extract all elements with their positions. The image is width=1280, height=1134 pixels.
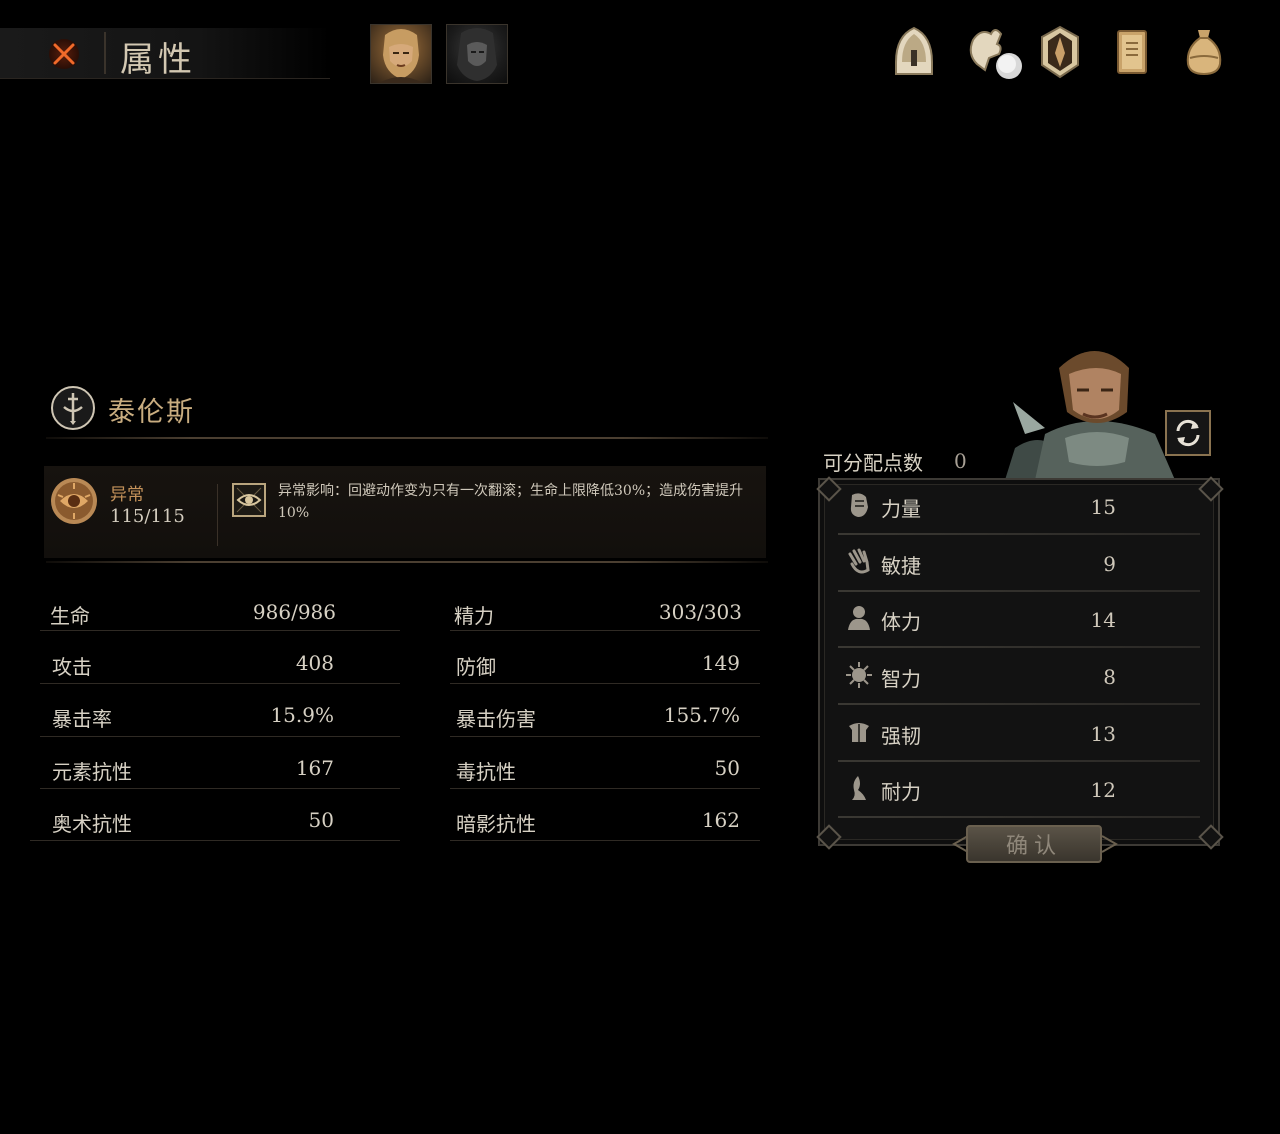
row-divider bbox=[838, 646, 1200, 648]
status-name: 异常 bbox=[110, 485, 144, 505]
refresh-icon bbox=[1176, 419, 1200, 447]
stat-divider bbox=[450, 788, 760, 789]
stat-label: 防御 bbox=[456, 655, 496, 679]
stat-value: 986/986 bbox=[252, 600, 336, 624]
close-icon bbox=[53, 43, 75, 65]
attribute-value: 12 bbox=[1090, 778, 1116, 802]
stat-value: 149 bbox=[701, 651, 740, 675]
stat-arcane-resist: 奥术抗性 50 bbox=[46, 808, 340, 842]
stat-divider bbox=[40, 736, 400, 737]
attribute-row-endurance: 耐力 12 bbox=[838, 762, 1200, 818]
stat-defense: 防御 149 bbox=[450, 651, 746, 685]
status-divider bbox=[217, 484, 218, 546]
status-effect-text: 异常影响：回避动作变为只有一次翻滚；生命上限降低30%；造成伤害提升10% bbox=[278, 483, 744, 521]
name-separator bbox=[46, 437, 768, 439]
body-icon bbox=[846, 604, 872, 632]
attribute-name: 体力 bbox=[881, 610, 921, 634]
companion-portrait-icon bbox=[457, 28, 497, 81]
attribute-value: 15 bbox=[1090, 495, 1116, 519]
attribute-row-strength: 力量 15 bbox=[838, 479, 1200, 535]
stat-value: 408 bbox=[295, 651, 334, 675]
stat-elemental-resist: 元素抗性 167 bbox=[46, 756, 340, 790]
stat-divider bbox=[40, 683, 400, 684]
row-divider bbox=[838, 533, 1200, 535]
available-points-label: 可分配点数 bbox=[823, 451, 923, 475]
journal-icon[interactable] bbox=[1106, 24, 1158, 80]
stat-value: 15.9% bbox=[270, 703, 334, 727]
stat-label: 暴击伤害 bbox=[456, 707, 536, 731]
stat-crit-rate: 暴击率 15.9% bbox=[46, 703, 340, 737]
confirm-button[interactable]: 确认 bbox=[966, 825, 1102, 863]
class-emblem-icon bbox=[50, 385, 96, 431]
status-value: 115/115 bbox=[110, 506, 185, 527]
attribute-value: 14 bbox=[1090, 608, 1116, 632]
leg-icon bbox=[846, 774, 872, 802]
reset-points-button[interactable] bbox=[1165, 410, 1211, 456]
stat-label: 暴击率 bbox=[52, 707, 112, 731]
stat-label: 毒抗性 bbox=[456, 760, 516, 784]
hero-portrait-icon bbox=[379, 29, 423, 83]
eye-effect-icon bbox=[231, 482, 267, 518]
row-divider bbox=[838, 816, 1200, 818]
stat-attack: 攻击 408 bbox=[46, 651, 340, 685]
stat-divider bbox=[40, 788, 400, 789]
attribute-value: 8 bbox=[1103, 665, 1116, 689]
character-name: 泰伦斯 bbox=[108, 397, 195, 428]
attribute-row-intelligence: 智力 8 bbox=[838, 649, 1200, 705]
abnormal-status-icon bbox=[50, 477, 98, 525]
attribute-row-toughness: 强韧 13 bbox=[838, 706, 1200, 762]
stat-value: 303/303 bbox=[658, 600, 742, 624]
close-button[interactable] bbox=[44, 34, 84, 74]
stat-value: 50 bbox=[308, 808, 334, 832]
stat-shadow-resist: 暗影抗性 162 bbox=[450, 808, 746, 842]
header-divider bbox=[104, 32, 106, 74]
page-title: 属性 bbox=[120, 40, 196, 80]
stat-value: 50 bbox=[714, 756, 740, 780]
attribute-value: 9 bbox=[1103, 552, 1116, 576]
armor-icon bbox=[846, 718, 872, 746]
status-separator bbox=[46, 561, 768, 563]
stat-stamina: 精力 303/303 bbox=[448, 600, 748, 634]
stat-label: 精力 bbox=[454, 604, 494, 628]
stat-hp: 生命 986/986 bbox=[44, 600, 342, 634]
attribute-name: 强韧 bbox=[881, 724, 921, 748]
row-divider bbox=[838, 703, 1200, 705]
portrait-taylons[interactable] bbox=[370, 24, 432, 84]
stat-value: 155.7% bbox=[663, 703, 740, 727]
stat-label: 攻击 bbox=[52, 655, 92, 679]
stat-label: 元素抗性 bbox=[52, 760, 132, 784]
attribute-name: 敏捷 bbox=[881, 554, 921, 578]
button-ornament-right bbox=[1102, 835, 1118, 853]
attribute-name: 力量 bbox=[881, 497, 921, 521]
hand-icon bbox=[846, 548, 872, 576]
skill-tree-icon[interactable] bbox=[962, 24, 1030, 80]
hero-portrait-art bbox=[1005, 338, 1195, 480]
available-points-value: 0 bbox=[954, 449, 967, 473]
stat-divider bbox=[450, 840, 760, 841]
attribute-row-vitality: 体力 14 bbox=[838, 592, 1200, 648]
portrait-companion[interactable] bbox=[446, 24, 508, 84]
stat-label: 生命 bbox=[50, 604, 90, 628]
stat-divider bbox=[30, 840, 400, 841]
stat-divider bbox=[450, 630, 760, 631]
stat-crit-damage: 暴击伤害 155.7% bbox=[450, 703, 746, 737]
attribute-name: 智力 bbox=[881, 667, 921, 691]
attribute-row-agility: 敏捷 9 bbox=[838, 536, 1200, 592]
attribute-value: 13 bbox=[1090, 722, 1116, 746]
stat-divider bbox=[450, 736, 760, 737]
sun-burst-icon bbox=[846, 661, 872, 689]
stat-value: 167 bbox=[295, 756, 334, 780]
stat-value: 162 bbox=[701, 808, 740, 832]
fist-icon bbox=[846, 491, 872, 519]
stat-label: 奥术抗性 bbox=[52, 812, 132, 836]
helmet-icon[interactable] bbox=[888, 24, 940, 80]
emblem-icon[interactable] bbox=[1034, 24, 1086, 80]
stat-poison-resist: 毒抗性 50 bbox=[450, 756, 746, 790]
attribute-name: 耐力 bbox=[881, 780, 921, 804]
stat-divider bbox=[450, 683, 760, 684]
bag-icon[interactable] bbox=[1178, 24, 1230, 80]
stat-divider bbox=[40, 630, 400, 631]
stat-label: 暗影抗性 bbox=[456, 812, 536, 836]
